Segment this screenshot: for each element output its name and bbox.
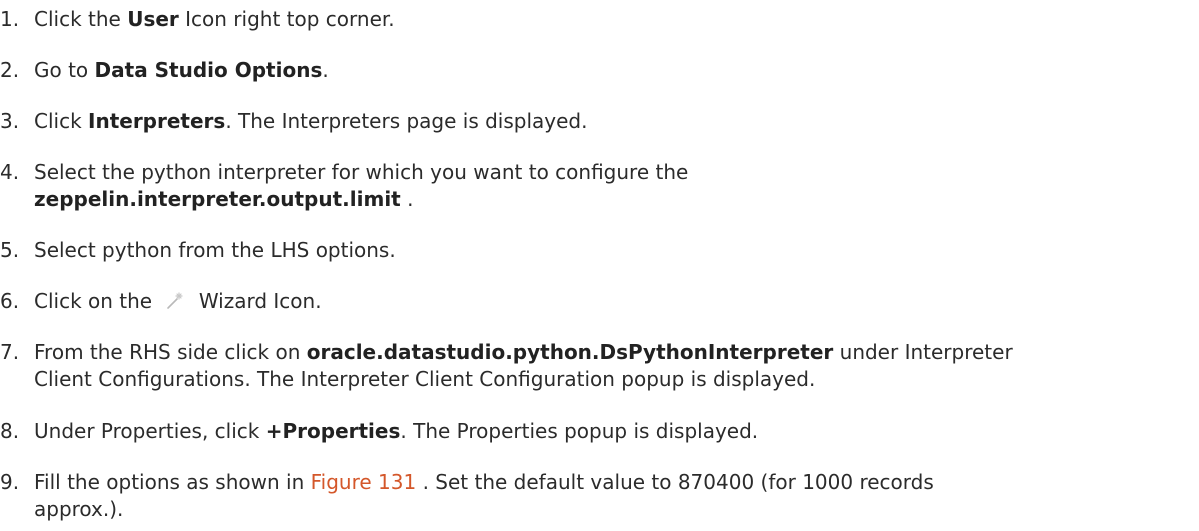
step-text-post: .: [322, 58, 329, 82]
step-number: 7.: [0, 340, 20, 364]
step-text-line1: Select the python interpreter for which …: [34, 160, 689, 184]
step-text-line2: approx.).: [34, 497, 124, 521]
step-text: Select the python interpreter for which …: [34, 159, 1194, 213]
step-text-post: . The Properties popup is displayed.: [400, 419, 759, 443]
step-text-pre: Click: [34, 109, 89, 133]
step-bold: Data Studio Options: [94, 58, 323, 82]
step-bold: +Properties: [265, 419, 401, 443]
step-text-pre: From the RHS side click on: [34, 340, 307, 364]
step-bold: zeppelin.interpreter.output.limit: [34, 187, 401, 211]
step-text-line2: Client Configurations. The Interpreter C…: [34, 367, 816, 391]
step-bold: User: [127, 7, 179, 31]
step-text-pre: Go to: [34, 58, 95, 82]
step-text-post: . Set the default value to 870400 (for 1…: [416, 470, 934, 494]
step-text-post: under Interpreter: [833, 340, 1013, 364]
step-text-post: Wizard Icon.: [192, 289, 322, 313]
step-text-pre: Fill the options as shown in: [34, 470, 311, 494]
step-text-post: Icon right top corner.: [178, 7, 395, 31]
step-number: 9.: [0, 470, 20, 494]
step-number: 1.: [0, 7, 20, 31]
step-text: Fill the options as shown in Figure 131 …: [34, 469, 1194, 523]
step-number: 4.: [0, 160, 20, 184]
wizard-wand-icon: [158, 290, 192, 312]
step-number: 5.: [0, 238, 20, 262]
step-bold: Interpreters: [88, 109, 226, 133]
step-text: Click Interpreters. The Interpreters pag…: [34, 108, 1194, 135]
step-bold: oracle.datastudio.python.DsPythonInterpr…: [306, 340, 834, 364]
step-text: Click the User Icon right top corner.: [34, 6, 1194, 33]
step-text: Go to Data Studio Options.: [34, 57, 1194, 84]
step-text-post: . The Interpreters page is displayed.: [225, 109, 588, 133]
figure-link[interactable]: Figure 131: [311, 470, 417, 494]
step-number: 3.: [0, 109, 20, 133]
step-text-pre: Click the: [34, 7, 128, 31]
step-text: Under Properties, click +Properties. The…: [34, 418, 1194, 445]
step-number: 6.: [0, 289, 20, 313]
step-text: Select python from the LHS options.: [34, 238, 396, 262]
step-text-pre: Click on the: [34, 289, 159, 313]
step-text: From the RHS side click on oracle.datast…: [34, 339, 1194, 393]
step-number: 2.: [0, 58, 20, 82]
step-text-pre: Under Properties, click: [34, 419, 266, 443]
step-number: 8.: [0, 419, 20, 443]
step-text-post: .: [400, 187, 414, 211]
step-text: Click on the Wizard Icon.: [34, 288, 1194, 315]
